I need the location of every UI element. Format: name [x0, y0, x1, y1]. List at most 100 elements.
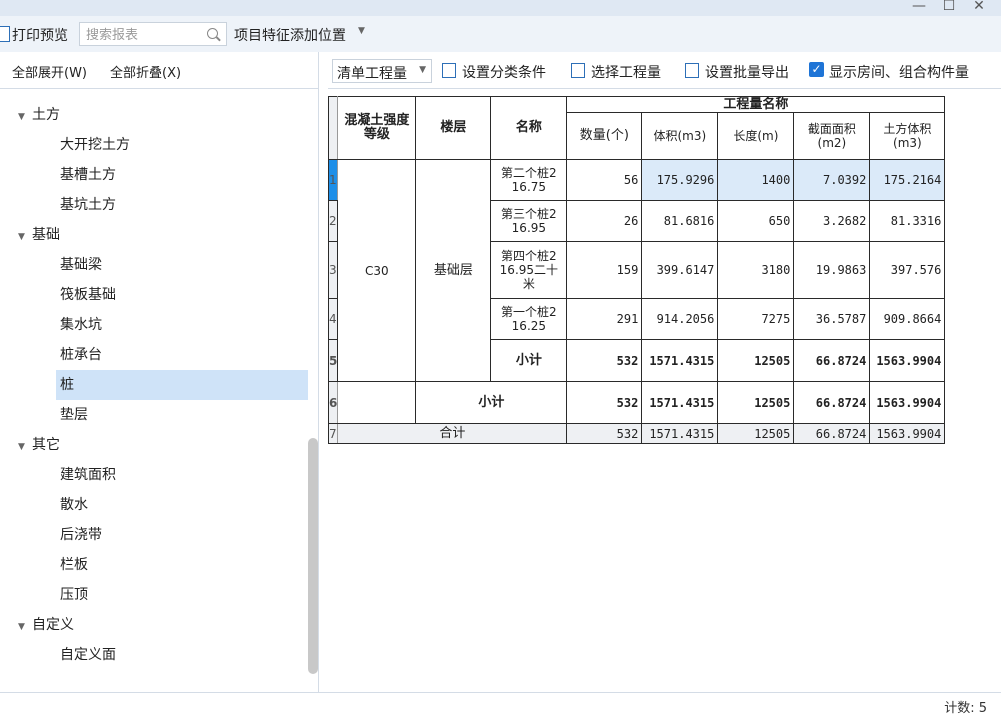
earth-cell[interactable]: 1563.9904: [869, 423, 946, 444]
row-number[interactable]: 1: [327, 159, 339, 201]
tree-item[interactable]: 筏板基础: [56, 280, 308, 310]
volume-cell[interactable]: 399.6147: [641, 241, 719, 299]
earth-cell[interactable]: 81.3316: [869, 200, 946, 242]
length-cell[interactable]: 12505: [717, 381, 795, 424]
area-cell[interactable]: 3.2682: [793, 200, 871, 242]
tree-item[interactable]: 压顶: [56, 580, 308, 610]
volume-cell[interactable]: 914.2056: [641, 298, 719, 340]
maximize-icon[interactable]: ☐: [934, 0, 964, 15]
tree-item[interactable]: 建筑面积: [56, 460, 308, 490]
earth-cell[interactable]: 1563.9904: [869, 339, 946, 382]
chevron-down-icon[interactable]: ▼: [18, 222, 32, 252]
floor-cell[interactable]: 基础层: [415, 159, 492, 382]
volume-cell[interactable]: 1571.4315: [641, 423, 719, 444]
name-cell[interactable]: 第二个桩2 16.75: [490, 159, 568, 201]
count-cell[interactable]: 532: [566, 339, 643, 382]
print-preview-button[interactable]: 打印预览: [12, 25, 68, 45]
length-cell[interactable]: 3180: [717, 241, 795, 299]
col-header-floor[interactable]: 楼层: [415, 96, 492, 160]
print-icon[interactable]: [0, 26, 10, 42]
col-header-grade[interactable]: 混凝土强度等级: [337, 96, 417, 160]
collapse-all-button[interactable]: 全部折叠(X): [110, 62, 181, 81]
close-icon[interactable]: ✕: [964, 0, 994, 15]
tree-node-other[interactable]: ▼ 其它: [18, 430, 60, 460]
set-category-button[interactable]: 设置分类条件: [462, 62, 546, 82]
tree-item[interactable]: 大开挖土方: [56, 130, 308, 160]
table-row[interactable]: 1 C30 基础层 第二个桩2 16.75 56 175.9296 1400 7…: [327, 159, 946, 382]
row-number[interactable]: 3: [327, 241, 339, 299]
count-cell[interactable]: 26: [566, 200, 643, 242]
area-cell[interactable]: 19.9863: [793, 241, 871, 299]
col-header-name[interactable]: 名称: [490, 96, 568, 160]
length-cell[interactable]: 1400: [717, 159, 795, 201]
length-cell[interactable]: 7275: [717, 298, 795, 340]
search-icon[interactable]: [207, 28, 218, 39]
tree-node-custom[interactable]: ▼ 自定义: [18, 610, 74, 640]
tree-item[interactable]: 桩承台: [56, 340, 308, 370]
expand-all-button[interactable]: 全部展开(W): [12, 62, 87, 81]
area-cell[interactable]: 66.8724: [793, 423, 871, 444]
position-dropdown[interactable]: 项目特征添加位置: [234, 25, 346, 45]
chevron-down-icon[interactable]: ▼: [18, 432, 32, 462]
area-cell[interactable]: 7.0392: [793, 159, 871, 201]
name-cell[interactable]: 第四个桩2 16.95二十米: [490, 241, 568, 299]
count-cell[interactable]: 159: [566, 241, 643, 299]
tree-item[interactable]: 集水坑: [56, 310, 308, 340]
show-rooms-checkbox[interactable]: ✓: [809, 62, 824, 77]
area-cell[interactable]: 36.5787: [793, 298, 871, 340]
name-cell[interactable]: 第三个桩2 16.95: [490, 200, 568, 242]
tree-scrollbar[interactable]: [308, 438, 318, 674]
volume-cell[interactable]: 175.9296: [641, 159, 719, 201]
show-rooms-label[interactable]: 显示房间、组合构件量: [829, 62, 969, 82]
tree-item[interactable]: 后浇带: [56, 520, 308, 550]
tree-item[interactable]: 基槽土方: [56, 160, 308, 190]
tree-node-earthwork[interactable]: ▼ 土方: [18, 100, 60, 130]
col-header-volume[interactable]: 体积(m3): [641, 112, 719, 160]
tree-item[interactable]: 基础梁: [56, 250, 308, 280]
select-quantity-button[interactable]: 选择工程量: [591, 62, 661, 82]
col-header-length[interactable]: 长度(m): [717, 112, 795, 160]
tree-node-foundation[interactable]: ▼ 基础: [18, 220, 60, 250]
tree-item[interactable]: 垫层: [56, 400, 308, 430]
tree-item[interactable]: 自定义面: [56, 640, 308, 670]
tree-item[interactable]: 栏板: [56, 550, 308, 580]
earth-cell[interactable]: 1563.9904: [869, 381, 946, 424]
chevron-down-icon[interactable]: ▼: [18, 102, 32, 132]
col-header-area[interactable]: 截面面积(m2): [793, 112, 871, 160]
floor-subtotal-row[interactable]: 6 小计 532 1571.4315 12505 66.8724 1563.99…: [327, 381, 946, 424]
row-number[interactable]: 2: [327, 200, 339, 242]
col-header-count[interactable]: 数量(个): [566, 112, 643, 160]
row-number[interactable]: 7: [327, 423, 339, 444]
search-input[interactable]: [84, 25, 208, 45]
col-header-earth[interactable]: 土方体积(m3): [869, 112, 946, 160]
row-number[interactable]: 5: [327, 339, 339, 382]
name-cell[interactable]: 第一个桩2 16.25: [490, 298, 568, 340]
volume-cell[interactable]: 1571.4315: [641, 339, 719, 382]
search-box[interactable]: [79, 22, 227, 46]
length-cell[interactable]: 12505: [717, 339, 795, 382]
count-cell[interactable]: 291: [566, 298, 643, 340]
area-cell[interactable]: 66.8724: [793, 339, 871, 382]
length-cell[interactable]: 12505: [717, 423, 795, 444]
count-cell[interactable]: 532: [566, 381, 643, 424]
tree-item[interactable]: 基坑土方: [56, 190, 308, 220]
count-cell[interactable]: 56: [566, 159, 643, 201]
volume-cell[interactable]: 1571.4315: [641, 381, 719, 424]
tree-item[interactable]: 散水: [56, 490, 308, 520]
row-number[interactable]: 6: [327, 381, 339, 424]
tree-item-selected[interactable]: 桩: [56, 370, 308, 400]
count-cell[interactable]: 532: [566, 423, 643, 444]
row-number[interactable]: 4: [327, 298, 339, 340]
chevron-down-icon[interactable]: ▼: [358, 26, 365, 36]
quantity-type-select[interactable]: 清单工程量 ▼: [332, 59, 432, 83]
earth-cell[interactable]: 175.2164: [869, 159, 946, 201]
minimize-icon[interactable]: —: [904, 0, 934, 15]
earth-cell[interactable]: 397.576: [869, 241, 946, 299]
grade-cell[interactable]: C30: [337, 159, 417, 382]
total-row[interactable]: 7 合计 532 1571.4315 12505 66.8724 1563.99…: [327, 423, 946, 444]
batch-export-button[interactable]: 设置批量导出: [705, 62, 789, 82]
earth-cell[interactable]: 909.8664: [869, 298, 946, 340]
area-cell[interactable]: 66.8724: [793, 381, 871, 424]
volume-cell[interactable]: 81.6816: [641, 200, 719, 242]
chevron-down-icon[interactable]: ▼: [18, 612, 32, 642]
